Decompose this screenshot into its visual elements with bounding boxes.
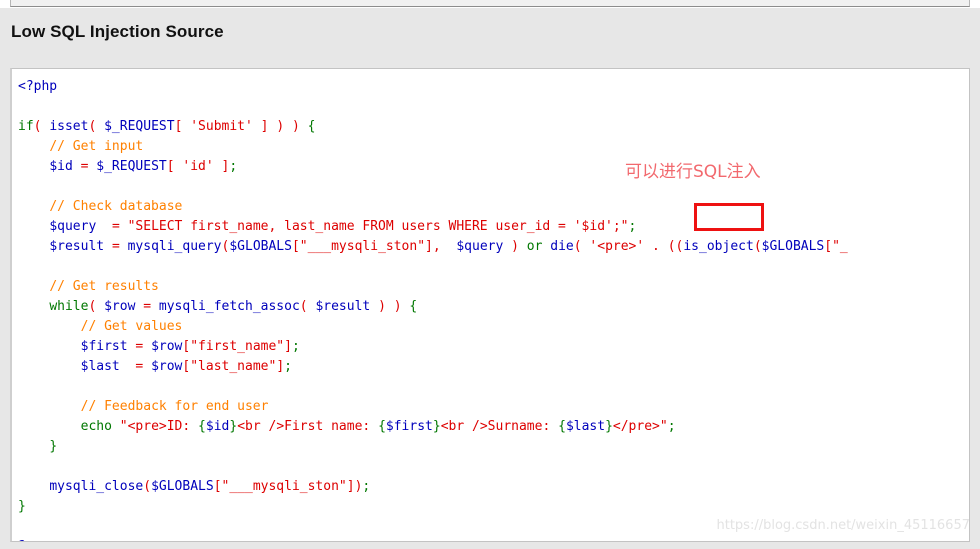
source-code-scroll-area[interactable]: <?php if( isset( $_REQUEST[ 'Submit' ] )… bbox=[12, 69, 969, 541]
sql-injection-annotation: 可以进行SQL注入 bbox=[625, 162, 761, 182]
browser-top-strip bbox=[0, 0, 980, 8]
page-title: Low SQL Injection Source bbox=[11, 22, 224, 41]
blog-watermark: https://blog.csdn.net/weixin_45116657 bbox=[716, 518, 970, 533]
bottom-strip bbox=[0, 543, 980, 549]
php-source-code: <?php if( isset( $_REQUEST[ 'Submit' ] )… bbox=[18, 79, 848, 541]
browser-top-strip-inner bbox=[10, 0, 970, 7]
source-code-panel: <?php if( isset( $_REQUEST[ 'Submit' ] )… bbox=[10, 68, 970, 542]
page-root: Low SQL Injection Source <?php if( isset… bbox=[0, 0, 980, 549]
